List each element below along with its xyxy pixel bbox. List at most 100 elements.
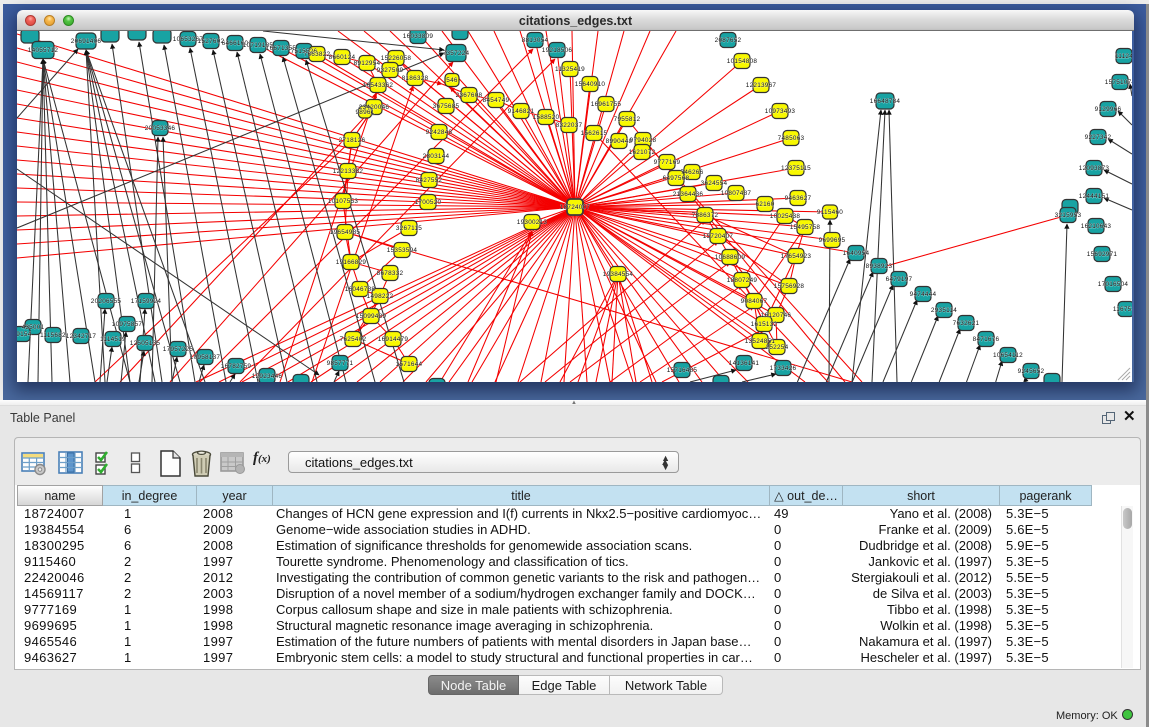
- svg-text:19654985: 19654985: [330, 229, 361, 236]
- svg-text:10973493: 10973493: [765, 108, 796, 115]
- svg-text:62160: 62160: [755, 201, 774, 208]
- svg-text:15692971: 15692971: [1087, 251, 1118, 258]
- svg-text:1615132: 1615132: [751, 321, 778, 328]
- svg-text:8186328: 8186328: [402, 75, 429, 82]
- svg-text:6497568: 6497568: [663, 175, 690, 182]
- svg-text:16033809: 16033809: [403, 33, 434, 40]
- svg-text:15640910: 15640910: [575, 81, 606, 88]
- svg-text:17957225: 17957225: [163, 346, 194, 353]
- svg-text:12093873: 12093873: [1079, 165, 1110, 172]
- svg-text:15756928: 15756928: [774, 283, 805, 290]
- svg-text:10107553: 10107553: [328, 198, 359, 205]
- svg-text:16648784: 16648784: [870, 98, 901, 105]
- svg-text:39154: 39154: [17, 331, 32, 338]
- svg-text:8813054: 8813054: [522, 37, 549, 44]
- svg-text:8912954: 8912954: [354, 60, 381, 67]
- svg-text:20206555: 20206555: [91, 298, 122, 305]
- svg-text:16961755: 16961755: [591, 101, 622, 108]
- svg-text:2087652: 2087652: [715, 37, 742, 44]
- svg-text:20691406: 20691406: [71, 38, 102, 45]
- svg-text:17159924: 17159924: [131, 298, 162, 305]
- svg-text:15099489: 15099489: [356, 313, 387, 320]
- svg-text:3267115: 3267115: [396, 225, 422, 232]
- svg-text:15716485: 15716485: [667, 367, 698, 374]
- svg-text:10025438: 10025438: [770, 213, 801, 220]
- svg-text:9777169: 9777169: [654, 159, 681, 166]
- svg-text:9794028: 9794028: [630, 137, 657, 144]
- svg-text:3624554: 3624554: [701, 180, 728, 187]
- svg-text:1527602: 1527602: [198, 38, 225, 45]
- svg-text:3215953: 3215953: [1055, 212, 1082, 219]
- svg-text:1114519: 1114519: [100, 336, 126, 343]
- svg-text:12505135: 12505135: [130, 340, 161, 347]
- svg-text:17654923: 17654923: [781, 253, 812, 260]
- svg-text:2935114: 2935114: [931, 307, 957, 314]
- svg-text:2367608: 2367608: [456, 92, 483, 99]
- svg-text:15751074: 15751074: [1105, 79, 1132, 86]
- svg-text:10975857: 10975857: [112, 321, 143, 328]
- svg-text:15353594: 15353594: [387, 247, 418, 254]
- svg-text:7632621: 7632621: [953, 320, 980, 327]
- svg-text:8678332: 8678332: [377, 270, 404, 277]
- svg-text:19166829: 19166829: [336, 259, 367, 266]
- svg-text:1640954: 1640954: [843, 250, 870, 257]
- svg-text:8938923: 8938923: [866, 263, 893, 270]
- svg-text:7955812: 7955812: [614, 116, 641, 123]
- svg-text:14136141: 14136141: [729, 360, 760, 367]
- svg-text:12444151: 12444151: [1079, 193, 1110, 200]
- svg-text:252254: 252254: [766, 344, 789, 351]
- svg-text:7485063: 7485063: [778, 135, 805, 142]
- svg-text:9084067: 9084067: [741, 298, 768, 305]
- svg-text:1621072: 1621072: [629, 149, 656, 156]
- svg-text:12213382: 12213382: [333, 168, 364, 175]
- svg-text:16210643: 16210643: [1081, 223, 1112, 230]
- svg-text:16543362: 16543362: [363, 82, 394, 89]
- svg-text:17016504: 17016504: [1098, 281, 1129, 288]
- svg-text:1498222: 1498222: [367, 293, 394, 300]
- svg-text:19300213: 19300213: [517, 219, 548, 226]
- svg-text:16914479: 16914479: [378, 336, 409, 343]
- svg-text:19384554: 19384554: [603, 271, 634, 278]
- svg-text:10154808: 10154808: [727, 58, 758, 65]
- svg-text:98961: 98961: [355, 109, 374, 116]
- svg-text:1562615: 1562615: [581, 130, 608, 137]
- svg-text:546: 546: [446, 77, 458, 84]
- svg-text:16782759: 16782759: [221, 363, 252, 370]
- svg-text:12342717: 12342717: [66, 333, 97, 340]
- svg-text:7357224: 7357224: [443, 50, 470, 57]
- svg-text:20053346: 20053346: [145, 125, 176, 132]
- svg-text:18807249: 18807249: [727, 277, 758, 284]
- svg-text:6479197: 6479197: [886, 276, 913, 283]
- svg-text:435001: 435001: [22, 324, 45, 331]
- svg-text:7886372: 7886372: [692, 212, 719, 219]
- svg-text:1588520: 1588520: [533, 114, 560, 121]
- svg-text:1167533: 1167533: [1113, 306, 1132, 313]
- svg-text:19218506: 19218506: [542, 47, 573, 54]
- svg-text:14055712: 14055712: [28, 47, 59, 54]
- svg-text:3675685: 3675685: [433, 103, 460, 110]
- svg-text:9474444: 9474444: [910, 291, 937, 298]
- svg-text:16046788: 16046788: [345, 286, 376, 293]
- svg-text:8322037: 8322037: [556, 122, 583, 129]
- svg-text:2803144: 2803144: [423, 153, 450, 160]
- svg-text:8427552: 8427552: [416, 177, 443, 184]
- svg-text:12923446: 12923446: [252, 373, 283, 380]
- svg-text:1115682: 1115682: [40, 332, 66, 339]
- svg-text:9146821: 9146821: [508, 108, 535, 115]
- svg-text:9115460: 9115460: [817, 209, 843, 216]
- svg-text:16120746: 16120746: [761, 312, 792, 319]
- svg-text:10807487: 10807487: [721, 190, 752, 197]
- svg-text:9227342: 9227342: [1085, 134, 1112, 141]
- svg-text:12213967: 12213967: [746, 82, 777, 89]
- svg-text:11325419: 11325419: [555, 66, 585, 73]
- svg-text:18724007: 18724007: [560, 204, 591, 211]
- svg-text:9245652: 9245652: [1018, 368, 1045, 375]
- svg-text:21364436: 21364436: [673, 191, 704, 198]
- svg-text:15226058: 15226058: [381, 55, 412, 62]
- svg-text:9699695: 9699695: [819, 237, 846, 244]
- svg-text:12375115: 12375115: [781, 165, 811, 172]
- svg-text:1700520: 1700520: [415, 199, 442, 206]
- svg-text:9857771: 9857771: [327, 360, 354, 367]
- svg-text:7625402: 7625402: [340, 336, 367, 343]
- svg-text:9129966: 9129966: [1095, 106, 1122, 113]
